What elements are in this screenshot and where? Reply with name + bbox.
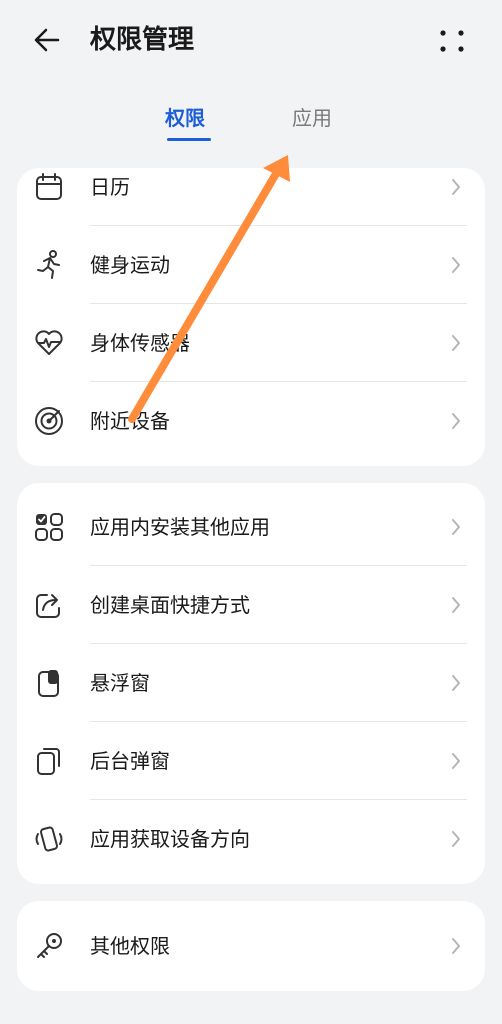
chevron-right-icon: [452, 831, 460, 847]
list-item-desktop-shortcut[interactable]: 创建桌面快捷方式: [17, 566, 485, 644]
list-item-nearby-devices[interactable]: 附近设备: [17, 382, 485, 460]
radar-icon: [35, 407, 63, 435]
tab-bar: 权限 应用: [0, 102, 502, 152]
permission-management-page: 权限管理 权限 应用 日历 健身运动 身体传感器 附近设备 应用内安装其他应用 …: [0, 0, 502, 1024]
list-item-label: 创建桌面快捷方式: [90, 593, 250, 617]
list-item-label: 日历: [90, 175, 130, 199]
chevron-right-icon: [452, 413, 460, 429]
chevron-right-icon: [452, 675, 460, 691]
list-item-other-permissions[interactable]: 其他权限: [17, 907, 485, 985]
header: 权限管理: [0, 0, 502, 90]
chevron-right-icon: [452, 179, 460, 195]
more-dots-icon: [440, 30, 464, 52]
list-item-install-apps[interactable]: 应用内安装其他应用: [17, 488, 485, 566]
list-item-label: 附近设备: [90, 409, 170, 433]
permission-group-2: 应用内安装其他应用 创建桌面快捷方式 悬浮窗 后台弹窗 应用获取设备方向: [17, 483, 485, 884]
chevron-right-icon: [452, 597, 460, 613]
chevron-right-icon: [452, 753, 460, 769]
more-options-button[interactable]: [434, 24, 470, 60]
calendar-icon: [36, 173, 62, 200]
permission-group-1: 日历 健身运动 身体传感器 附近设备: [17, 168, 485, 466]
list-item-background-popup[interactable]: 后台弹窗: [17, 722, 485, 800]
key-icon: [37, 933, 62, 958]
list-item-label: 身体传感器: [90, 331, 190, 355]
list-item-floating-window[interactable]: 悬浮窗: [17, 644, 485, 722]
app-grid-icon: [35, 513, 63, 541]
permission-group-3: 其他权限: [17, 901, 485, 991]
list-item-label: 应用获取设备方向: [90, 827, 250, 851]
heart-rate-icon: [35, 330, 63, 355]
back-button[interactable]: [30, 22, 70, 58]
list-item-label: 悬浮窗: [90, 671, 150, 695]
list-item-calendar[interactable]: 日历: [17, 168, 485, 226]
running-icon: [37, 250, 60, 279]
back-arrow-icon: [34, 28, 60, 52]
page-title: 权限管理: [90, 25, 195, 55]
list-item-fitness[interactable]: 健身运动: [17, 226, 485, 304]
chevron-right-icon: [452, 519, 460, 535]
list-item-label: 其他权限: [90, 934, 170, 958]
chevron-right-icon: [452, 335, 460, 351]
list-item-body-sensors[interactable]: 身体传感器: [17, 304, 485, 382]
floating-window-icon: [38, 670, 59, 697]
active-tab-indicator: [167, 138, 211, 141]
list-item-device-orientation[interactable]: 应用获取设备方向: [17, 800, 485, 878]
tab-apps[interactable]: 应用: [292, 102, 332, 134]
list-item-label: 后台弹窗: [90, 749, 170, 773]
tab-permissions[interactable]: 权限: [165, 102, 205, 134]
list-item-label: 应用内安装其他应用: [90, 515, 270, 539]
list-item-label: 健身运动: [90, 253, 170, 277]
device-orientation-icon: [35, 826, 63, 852]
shortcut-share-icon: [36, 594, 60, 618]
background-popup-icon: [37, 748, 60, 775]
chevron-right-icon: [452, 257, 460, 273]
chevron-right-icon: [452, 938, 460, 954]
